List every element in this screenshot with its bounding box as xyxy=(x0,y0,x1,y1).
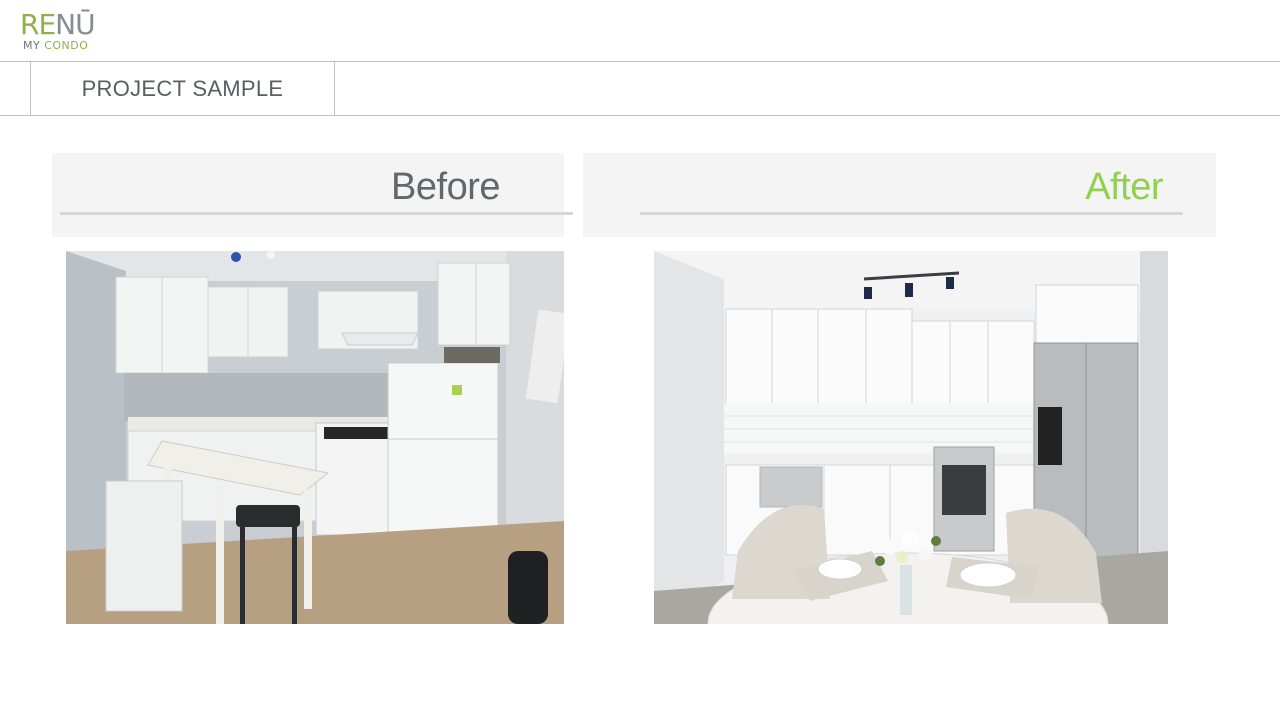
after-header: After xyxy=(583,153,1216,237)
after-underline xyxy=(640,212,1183,215)
logo-wordmark: RENŪ xyxy=(20,8,96,42)
logo-wordmark-nu: NŪ xyxy=(55,8,95,41)
header-bottom-rule xyxy=(0,115,1280,116)
before-underline xyxy=(60,212,573,215)
page-title: PROJECT SAMPLE xyxy=(81,76,284,101)
logo-tagline-condo: CONDO xyxy=(44,39,89,52)
after-label: After xyxy=(1085,166,1163,208)
logo-tagline-my: MY xyxy=(23,39,45,52)
before-header: Before xyxy=(52,153,573,237)
logo-wordmark-re: RE xyxy=(20,8,56,41)
title-right-divider xyxy=(334,62,335,115)
kitchen-photo-after xyxy=(654,251,1168,624)
logo-tagline: MY CONDO xyxy=(23,39,88,52)
kitchen-photo-before xyxy=(66,251,564,624)
before-label: Before xyxy=(391,166,500,208)
renu-my-condo-logo[interactable]: RENŪ MY CONDO xyxy=(20,8,100,56)
